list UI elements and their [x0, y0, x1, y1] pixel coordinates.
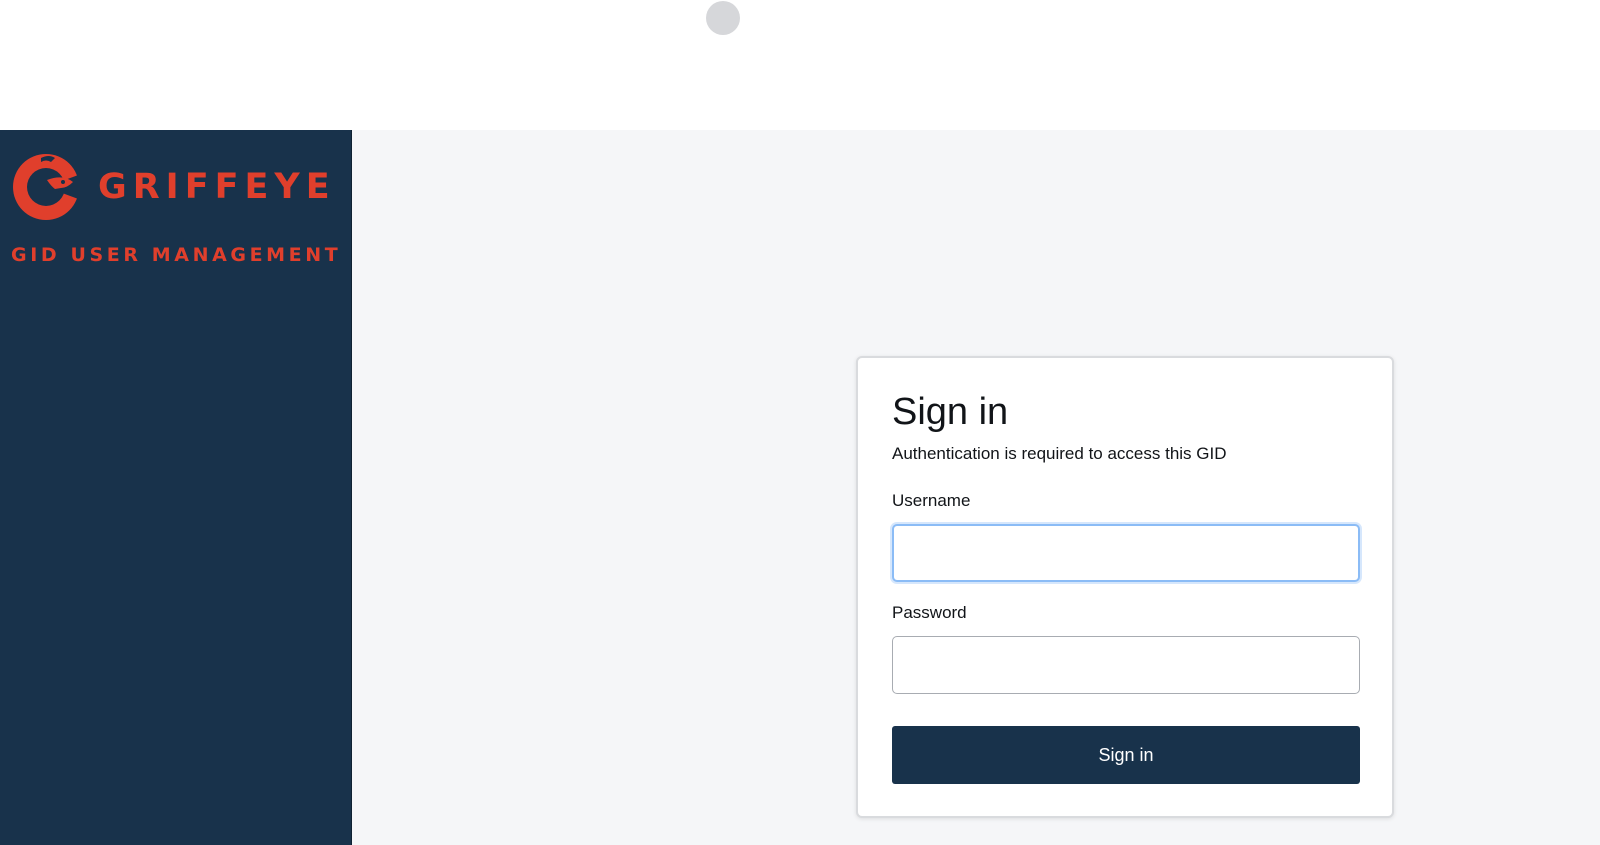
signin-subtitle: Authentication is required to access thi… [892, 444, 1227, 463]
password-input[interactable] [892, 636, 1360, 694]
signin-button[interactable]: Sign in [892, 726, 1360, 784]
app-subtitle: GID USER MANAGEMENT [11, 244, 342, 266]
signin-card: Sign in Authentication is required to ac… [856, 356, 1394, 818]
username-label: Username [892, 491, 971, 510]
signin-title: Sign in [892, 391, 1009, 433]
griffeye-logo-icon [13, 154, 81, 220]
top-bar [0, 0, 1600, 130]
brand-name: GRIFFEYE [98, 166, 336, 207]
brand-logo: GRIFFEYE [11, 152, 336, 222]
password-label: Password [892, 603, 967, 622]
loading-dot-icon [706, 1, 740, 35]
username-input[interactable] [892, 524, 1360, 582]
sidebar: GRIFFEYE GID USER MANAGEMENT [0, 130, 352, 845]
